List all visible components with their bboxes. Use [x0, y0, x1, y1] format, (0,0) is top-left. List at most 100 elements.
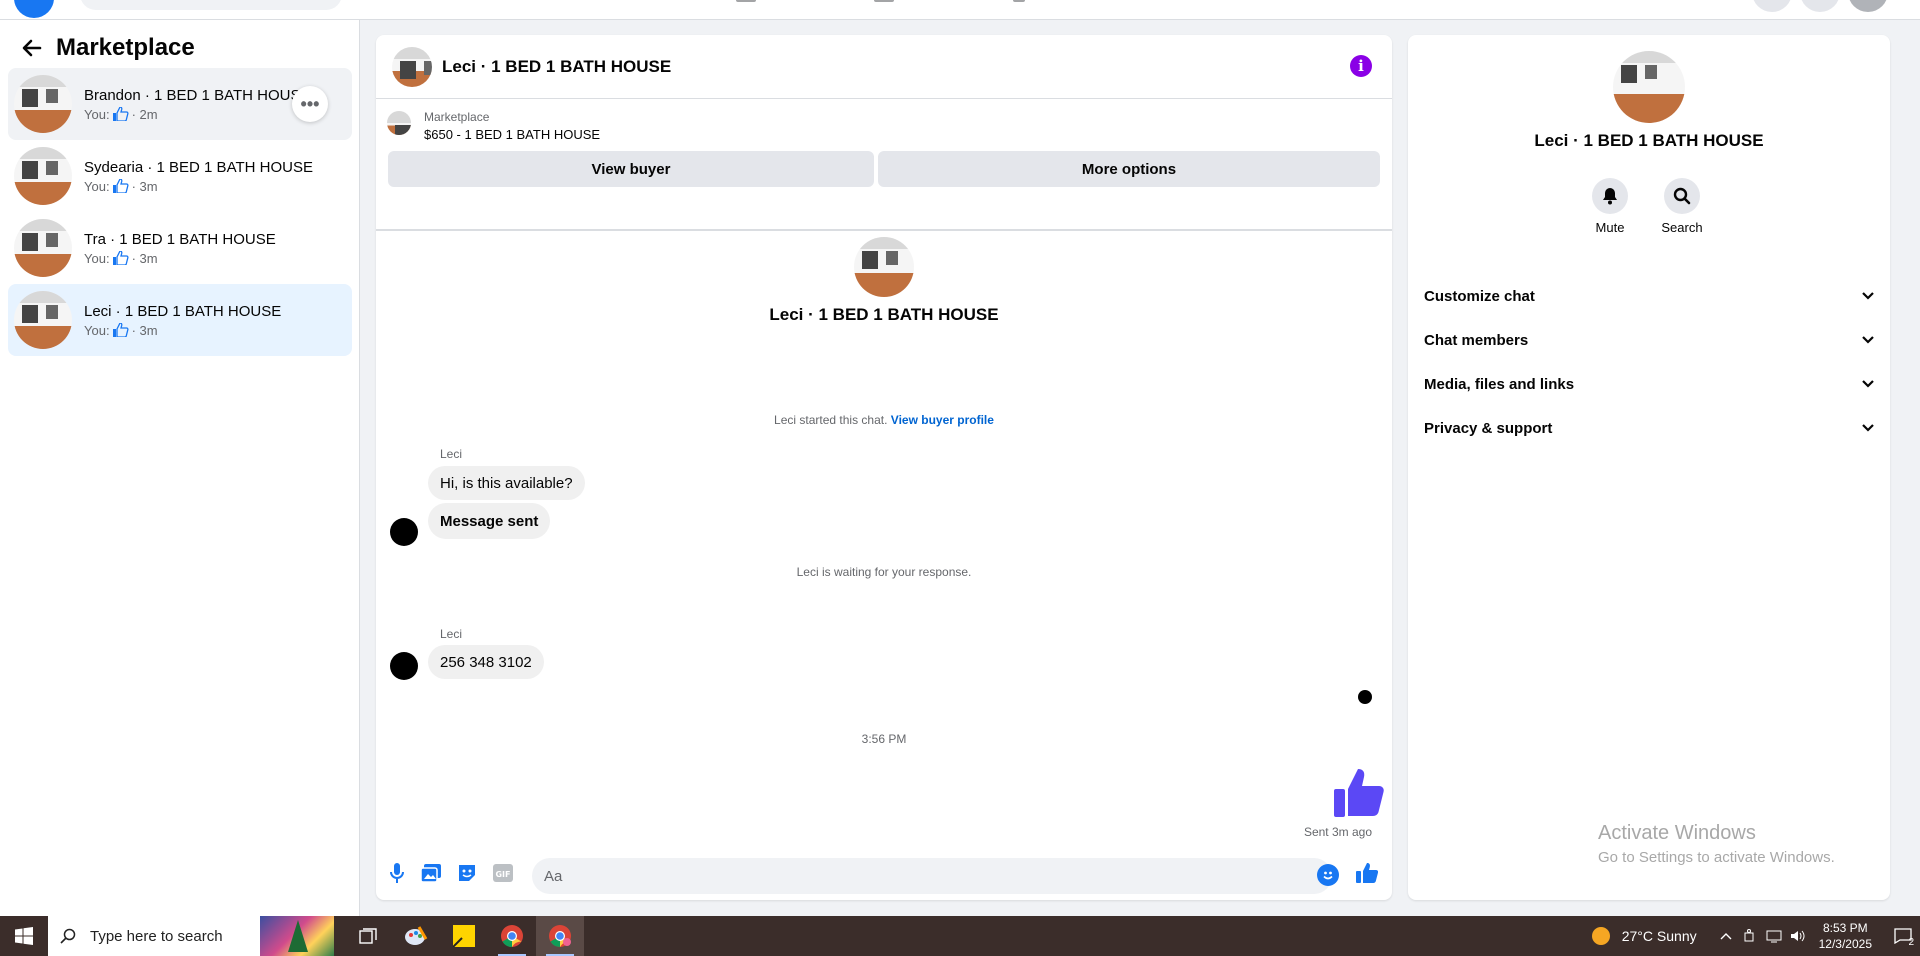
photo-icon[interactable] [420, 862, 442, 884]
intro-name: Leci · 1 BED 1 BATH HOUSE [769, 305, 999, 324]
facebook-logo-icon[interactable] [14, 0, 54, 18]
chat-panel: Leci · 1 BED 1 BATH HOUSE i Marketplace … [376, 35, 1392, 900]
send-like-icon[interactable] [1356, 862, 1378, 884]
emoji-icon[interactable] [1317, 864, 1339, 886]
conversation-name: Leci · 1 BED 1 BATH HOUSE [84, 302, 282, 320]
meet-now-icon[interactable] [1739, 925, 1761, 947]
message-input[interactable] [532, 858, 1332, 894]
listing-thumbnail [387, 111, 411, 135]
conversation-item-tra[interactable]: Tra · 1 BED 1 BATH HOUSE You: · 3m [8, 212, 352, 284]
message-sender: Leci [440, 627, 463, 641]
thumbs-up-icon [112, 178, 129, 194]
mute-label: Mute [1595, 220, 1625, 235]
section-media-files-links[interactable]: Media, files and links [1416, 364, 1882, 404]
facebook-search-input[interactable] [80, 0, 342, 10]
profile-avatar[interactable] [1848, 0, 1888, 12]
system-tray: 27°C Sunny 8:53 PM 12/3/2025 2 [1591, 916, 1920, 956]
listing-thumbnail [14, 147, 72, 205]
windows-taskbar: Type here to search 27°C Sunny 8:53 PM 1… [0, 916, 1920, 956]
waiting-notice: Leci is waiting for your response. [796, 565, 972, 579]
view-buyer-button[interactable]: View buyer [388, 151, 874, 187]
mute-button[interactable]: Mute [1580, 178, 1640, 235]
volume-icon[interactable] [1787, 925, 1809, 947]
menu-icon[interactable] [1752, 0, 1792, 12]
conversation-name: Tra · 1 BED 1 BATH HOUSE [84, 230, 276, 248]
message-bubble[interactable]: Message sent [428, 503, 551, 539]
conversation-sidebar: Marketplace Brandon · 1 BED 1 BATH HOUSE… [0, 20, 360, 916]
gif-icon[interactable]: GIF [492, 862, 514, 884]
section-chat-members[interactable]: Chat members [1416, 320, 1882, 360]
nav-tab-marketplace-icon[interactable] [1013, 0, 1025, 2]
nav-tab-video-icon[interactable] [874, 0, 894, 2]
chrome-icon[interactable] [488, 916, 536, 956]
chat-header-name[interactable]: Leci · 1 BED 1 BATH HOUSE [442, 57, 671, 77]
taskbar-search-placeholder: Type here to search [90, 927, 223, 945]
message-bubble[interactable]: Hi, is this available? [428, 466, 585, 500]
listing-thumbnail [14, 75, 72, 133]
info-icon[interactable]: i [1350, 55, 1372, 77]
back-arrow-icon[interactable] [20, 36, 44, 60]
chrome-profile-icon[interactable] [536, 916, 584, 956]
taskbar-clock[interactable]: 8:53 PM 12/3/2025 [1819, 920, 1872, 952]
message-composer: GIF [376, 850, 1392, 900]
more-options-button[interactable]: ••• [292, 86, 328, 122]
intro-avatar [854, 237, 914, 297]
search-highlight-image[interactable] [260, 916, 334, 956]
weather-widget[interactable]: 27°C Sunny [1591, 927, 1697, 945]
sender-avatar[interactable] [390, 518, 418, 546]
listing-price-title[interactable]: $650 - 1 BED 1 BATH HOUSE [424, 127, 600, 142]
chat-started-notice: Leci started this chat. View buyer profi… [376, 413, 1392, 427]
task-view-icon[interactable] [344, 916, 392, 956]
conversation-prefix: You: [84, 322, 110, 338]
sent-status: Sent 3m ago [1303, 825, 1372, 839]
notification-count: 2 [1908, 937, 1914, 948]
page-title: Marketplace [56, 34, 195, 61]
conversation-prefix: You: [84, 106, 110, 122]
clock-time: 8:53 PM [1822, 921, 1868, 935]
sticker-icon[interactable] [456, 862, 478, 884]
section-customize-chat[interactable]: Customize chat [1416, 276, 1882, 316]
windows-start-icon[interactable] [0, 916, 48, 956]
nav-tab-home-icon[interactable] [736, 0, 756, 2]
message-bubble[interactable]: 256 348 3102 [428, 645, 544, 679]
watermark-title: Activate Windows [1598, 822, 1756, 844]
sticky-notes-icon[interactable] [440, 916, 488, 956]
message-timestamp: 3:56 PM [861, 732, 907, 746]
conversation-time: · 3m [131, 322, 158, 338]
messenger-icon[interactable] [1800, 0, 1840, 12]
conversation-prefix: You: [84, 250, 110, 266]
chevron-up-icon[interactable] [1715, 925, 1737, 947]
chat-header-avatar[interactable] [392, 46, 432, 87]
notification-center-icon[interactable]: 2 [1886, 916, 1920, 956]
bell-icon [1592, 178, 1628, 214]
conversation-item-brandon[interactable]: Brandon · 1 BED 1 BATH HOUSE You: · 2m ••… [8, 68, 352, 140]
chevron-down-icon [1862, 419, 1874, 437]
search-icon [60, 928, 76, 944]
conversation-name: Brandon · 1 BED 1 BATH HOUSE [84, 86, 311, 104]
section-label: Customize chat [1424, 287, 1535, 305]
thumbs-up-icon [112, 250, 129, 266]
microphone-icon[interactable] [386, 862, 408, 884]
more-options-button[interactable]: More options [878, 151, 1380, 187]
watermark-subtitle: Go to Settings to activate Windows. [1598, 849, 1835, 866]
chat-started-text: Leci started this chat. [774, 413, 888, 427]
section-privacy-support[interactable]: Privacy & support [1416, 408, 1882, 448]
conversation-item-leci[interactable]: Leci · 1 BED 1 BATH HOUSE You: · 3m [8, 284, 352, 356]
section-label: Media, files and links [1424, 375, 1575, 393]
network-icon[interactable] [1763, 925, 1785, 947]
conversation-time: · 3m [131, 178, 158, 194]
thumbs-up-icon[interactable] [1331, 765, 1385, 819]
search-in-conversation-button[interactable]: Search [1652, 178, 1712, 235]
conversation-name: Sydearia · 1 BED 1 BATH HOUSE [84, 158, 313, 176]
paint-app-icon[interactable] [392, 916, 440, 956]
sender-avatar[interactable] [390, 652, 418, 680]
details-avatar[interactable] [1613, 51, 1685, 123]
taskbar-search-box[interactable]: Type here to search [48, 916, 260, 956]
sidebar-header: Marketplace [20, 32, 195, 64]
conversation-item-sydearia[interactable]: Sydearia · 1 BED 1 BATH HOUSE You: · 3m [8, 140, 352, 212]
svg-text:GIF: GIF [495, 870, 510, 879]
weather-text: 27°C Sunny [1621, 928, 1697, 944]
chat-header: Leci · 1 BED 1 BATH HOUSE i [376, 35, 1392, 99]
view-buyer-profile-link[interactable]: View buyer profile [891, 413, 994, 427]
chevron-down-icon [1862, 331, 1874, 349]
